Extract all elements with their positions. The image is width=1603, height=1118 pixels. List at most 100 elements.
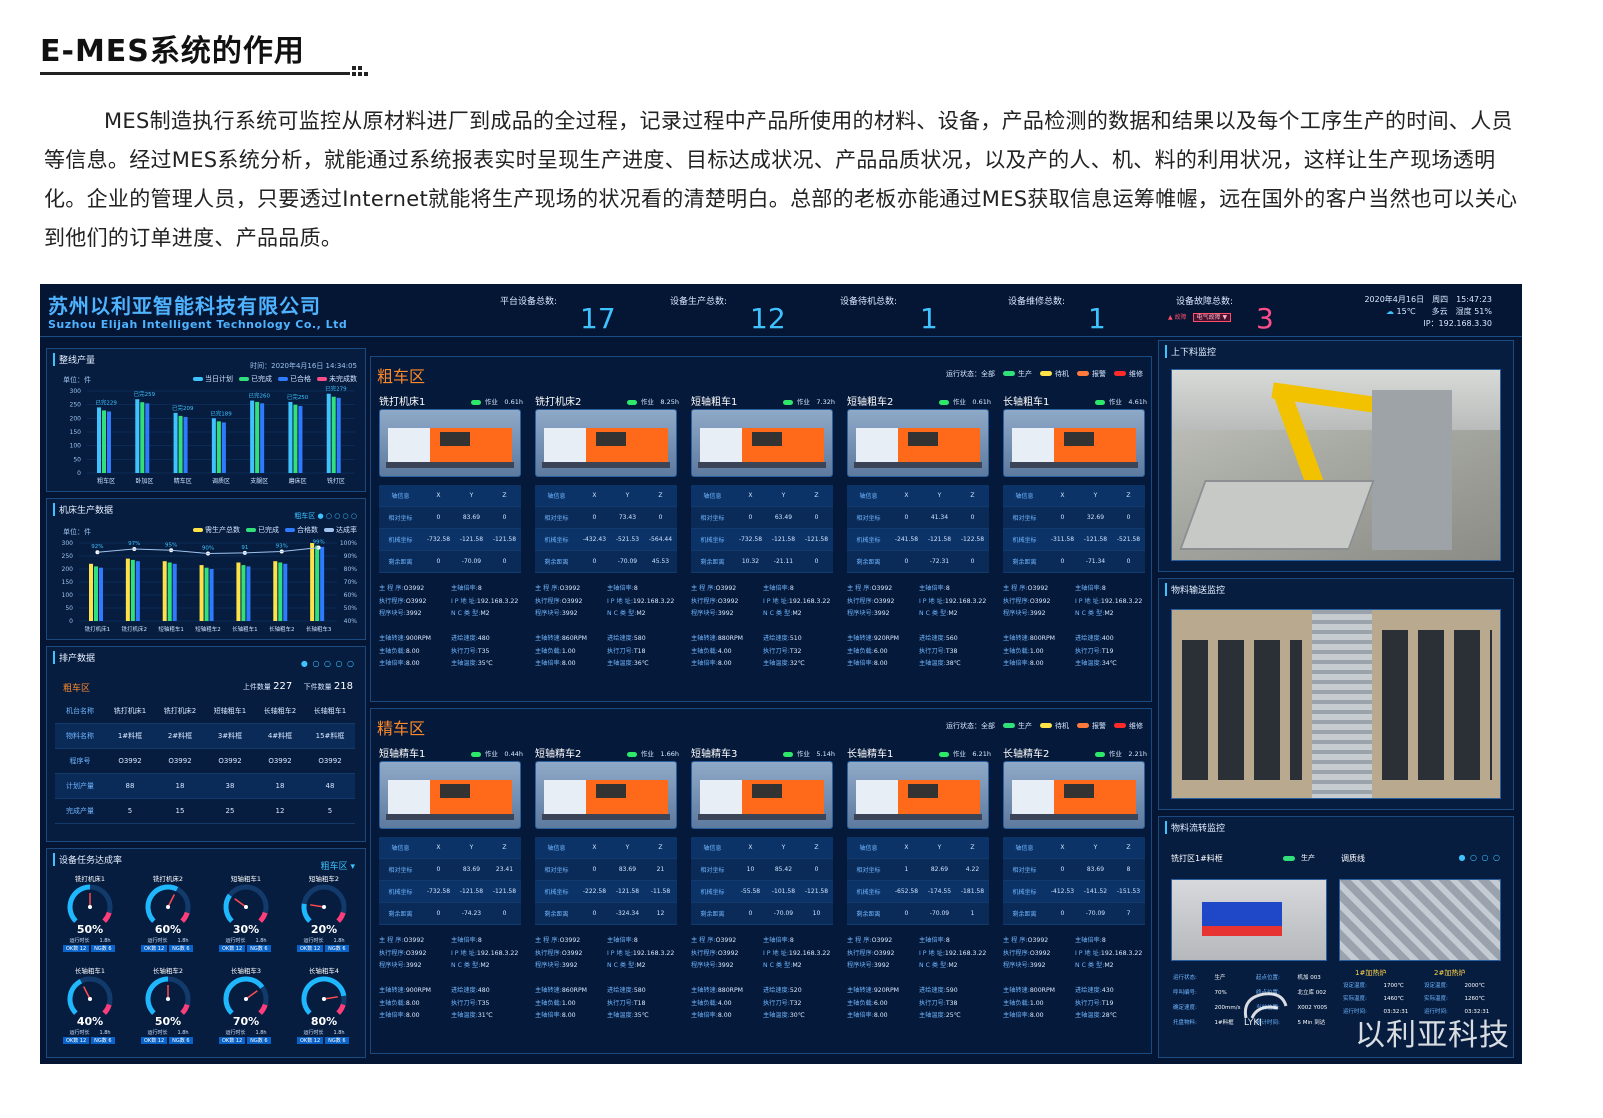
info-label: 主轴温度: <box>607 660 634 667</box>
agv-camera[interactable] <box>1171 879 1327 961</box>
info-value: O3992 <box>871 937 893 944</box>
machine-image[interactable] <box>847 409 989 477</box>
fault-selector[interactable]: ▲ 故障 电气故障 ▼ <box>1168 312 1232 322</box>
conveyor-camera-view[interactable] <box>1171 609 1501 799</box>
rate-label: 99% <box>312 540 324 546</box>
info-value: 8 <box>477 585 482 592</box>
info-cell: 执行刀号:T38 <box>919 1000 958 1007</box>
axis-value: 23.41 <box>495 866 514 873</box>
pager-dots[interactable]: ● ○ ○ ○ ○ <box>318 512 357 520</box>
bar-data-label: 已完189 <box>210 409 232 417</box>
info-value: 8 <box>789 585 794 592</box>
flow-pager-dots[interactable]: ● ○ ○ ○ <box>1458 853 1501 862</box>
axis-header-cell: Y <box>781 492 786 499</box>
y-tick-label: 100 <box>62 592 74 599</box>
info-label: 执行刀号: <box>607 999 634 1007</box>
machine-card[interactable]: 短轴精车2 作业 1.66h 轴信息 X Y Z 相对坐标 0 83.69 21 机械坐标 -222.… <box>535 745 685 1051</box>
y-tick-label: 0 <box>69 618 73 625</box>
gauge-fill <box>67 884 91 923</box>
machine-image[interactable] <box>847 761 989 829</box>
axis-value: -101.58 <box>771 888 796 895</box>
fault-dropdown[interactable]: 电气故障 ▼ <box>1192 313 1232 322</box>
info-label: N C 类 型: <box>1075 962 1105 969</box>
info-label: 主轴倍率: <box>847 660 874 667</box>
axis-grid: 轴信息 X Y Z 相对坐标 0 83.69 23.41 机械坐标 -732.58 -121.58 -… <box>379 837 521 925</box>
axis-value: 0 <box>436 866 441 873</box>
machine-card[interactable]: 铣打机床1 作业 0.61h 轴信息 X Y Z 相对坐标 0 83.69 0 机械坐标 -732.5… <box>379 393 529 699</box>
info-value: 8.00 <box>405 647 420 655</box>
zone-status[interactable]: 运行状态：全部 <box>946 722 995 730</box>
info-cell: 主轴倍率:8.00 <box>691 1010 763 1023</box>
info-label: N C 类 型: <box>763 610 793 617</box>
info-value: 900RPM <box>405 635 432 642</box>
machine-state: 作业 6.21h <box>938 748 991 758</box>
info-cell: 主轴倍率:8 <box>451 937 482 944</box>
info-row: 程序块号:3992 N C 类 型:M2 <box>691 608 841 621</box>
machine-image[interactable] <box>691 761 833 829</box>
info-cell: I P 地 址:192.168.3.22 <box>1075 950 1142 957</box>
stat-value: 17 <box>580 302 616 335</box>
machine-shape <box>854 462 982 468</box>
in-value: 227 <box>273 681 293 692</box>
flow-info-cell: 5 Min 到达 <box>1297 1020 1326 1026</box>
quench-line-camera[interactable] <box>1339 879 1501 961</box>
info-row: 主轴转速:800RPM 进给速度:430 <box>1003 985 1153 998</box>
table-cell: O3992 <box>118 757 142 765</box>
machine-card[interactable]: 短轴精车3 作业 5.14h 轴信息 X Y Z 相对坐标 10 85.42 0 机械坐标 -55.5… <box>691 745 841 1051</box>
bar <box>135 561 140 621</box>
bar <box>278 562 283 621</box>
machine-zone-selector[interactable]: 粗车区 ● ○ ○ ○ ○ <box>294 511 357 521</box>
machine-image[interactable] <box>535 761 677 829</box>
gauge-zone-dropdown[interactable]: 粗车区 ▾ <box>321 859 355 872</box>
machine-card[interactable]: 长轴精车1 作业 6.21h 轴信息 X Y Z 相对坐标 1 82.69 4.22 机械坐标 -65… <box>847 745 997 1051</box>
info-label: 主轴倍率: <box>919 585 946 592</box>
info-value: 4.00 <box>717 647 732 655</box>
info-label: I P 地 址: <box>607 949 633 957</box>
machine-card[interactable]: 长轴精车2 作业 2.21h 轴信息 X Y Z 相对坐标 0 83.69 8 机械坐标 -412.5… <box>1003 745 1153 1051</box>
gauge-red-zone <box>102 911 112 923</box>
machine-name: 短轴粗车1 <box>691 397 738 408</box>
zone-status[interactable]: 运行状态：全部 <box>946 370 995 378</box>
robot-camera-view[interactable] <box>1171 369 1501 561</box>
info-row: 主轴倍率:8.00 主轴温度:30℃ <box>691 1010 841 1023</box>
machine-card[interactable]: 铣打机床2 作业 8.25h 轴信息 X Y Z 相对坐标 0 73.43 0 机械坐标 -432.4… <box>535 393 685 699</box>
info-cell: 主轴倍率:8.00 <box>535 658 607 671</box>
info-cell: 主轴转速:900RPM <box>379 633 451 646</box>
machine-image[interactable] <box>379 409 521 477</box>
info-label: 主轴转速: <box>1003 635 1030 642</box>
gauge-fill <box>67 978 83 1015</box>
axis-header-cell: 轴信息 <box>1015 845 1034 852</box>
machine-card[interactable]: 短轴粗车2 作业 0.61h 轴信息 X Y Z 相对坐标 0 41.34 0 机械坐标 -241.5… <box>847 393 997 699</box>
axis-row-label: 相对坐标 <box>544 867 569 874</box>
info-row: 主轴倍率:8.00 主轴温度:35℃ <box>379 658 529 671</box>
info-label: 主 程 序: <box>379 937 404 944</box>
gauge: 长轴粗车3 70% 运行时长 1.8h OK数 12 NG数 6 <box>207 965 285 1053</box>
info-label: 执行程序: <box>847 597 874 605</box>
info-label: 主 程 序: <box>691 937 716 944</box>
info-label: 主 程 序: <box>691 585 716 592</box>
ng-badge: NG数 6 <box>169 1037 193 1044</box>
info-label: 主轴倍率: <box>1003 1012 1030 1019</box>
ok-badge: OK数 12 <box>219 945 246 952</box>
machine-card[interactable]: 短轴粗车1 作业 7.32h 轴信息 X Y Z 相对坐标 0 63.49 0 机械坐标 -732.5… <box>691 393 841 699</box>
machine-image[interactable] <box>379 761 521 829</box>
info-label: 进给速度: <box>1075 635 1102 642</box>
category-label: 精车区 <box>174 477 192 485</box>
machine-card[interactable]: 短轴精车1 作业 0.44h 轴信息 X Y Z 相对坐标 0 83.69 23.41 机械坐标 -7… <box>379 745 529 1051</box>
axis-grid-header: 轴信息 X Y Z <box>379 837 521 859</box>
machine-name: 长轴精车1 <box>847 749 894 760</box>
furnace-cell: 实际温度: <box>1424 996 1448 1002</box>
machine-image[interactable] <box>691 409 833 477</box>
bar <box>250 400 255 473</box>
axis-value: 0 <box>814 866 819 873</box>
table-cell: 25 <box>225 807 235 815</box>
info-label: I P 地 址: <box>451 949 477 957</box>
machine-image[interactable] <box>535 409 677 477</box>
schedule-pager-dots[interactable]: ● ○ ○ ○ ○ <box>301 659 355 668</box>
machines-left <box>1182 640 1302 780</box>
machine-image[interactable] <box>1003 761 1145 829</box>
in-label: 上件数量 <box>242 683 271 691</box>
ng-badge: NG数 6 <box>91 945 115 952</box>
machine-image[interactable] <box>1003 409 1145 477</box>
machine-card[interactable]: 长轴粗车1 作业 4.61h 轴信息 X Y Z 相对坐标 0 32.69 0 机械坐标 -311.5… <box>1003 393 1153 699</box>
